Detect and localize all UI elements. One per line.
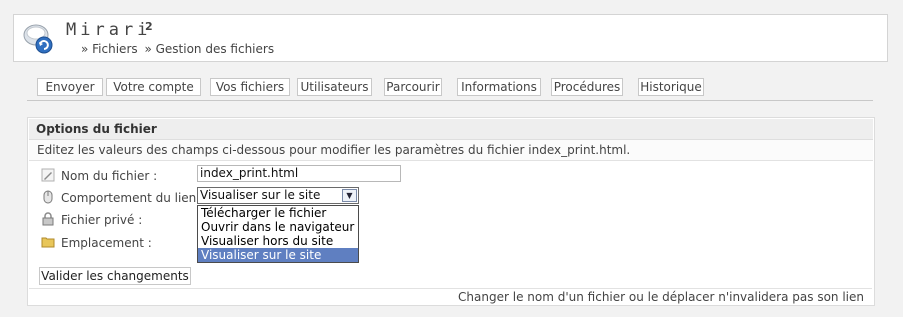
tab-parcourir[interactable]: Parcourir: [384, 78, 442, 96]
app-header: Mirari 2 » Fichiers » Gestion des fichie…: [13, 14, 888, 62]
panel-title: Options du fichier: [29, 119, 873, 140]
app-title: Mirari: [66, 20, 152, 40]
location-label: Emplacement :: [61, 236, 152, 250]
link-behavior-selected-value: Visualiser sur le site: [200, 188, 321, 202]
option-hors-site[interactable]: Visualiser hors du site: [198, 234, 358, 248]
mouse-icon: [43, 190, 53, 204]
tab-utilisateurs[interactable]: Utilisateurs: [297, 78, 372, 96]
validate-changes-button[interactable]: Valider les changements: [39, 267, 191, 285]
main-tabs: Envoyer Votre compte Vos fichiers Utilis…: [27, 78, 873, 101]
lock-icon: [42, 212, 54, 226]
pencil-icon: [41, 168, 55, 182]
filename-label: Nom du fichier :: [61, 169, 158, 183]
option-ouvrir-navigateur[interactable]: Ouvrir dans le navigateur: [198, 220, 358, 234]
tab-vos-fichiers[interactable]: Vos fichiers: [210, 78, 290, 96]
link-behavior-dropdown: Télécharger le fichier Ouvrir dans le na…: [197, 205, 359, 263]
chevron-down-icon[interactable]: ▼: [342, 189, 357, 202]
tab-historique[interactable]: Historique: [638, 78, 704, 96]
breadcrumb-file-management[interactable]: » Gestion des fichiers: [144, 42, 274, 56]
link-behavior-label: Comportement du lien :: [61, 191, 205, 205]
link-behavior-select[interactable]: Visualiser sur le site ▼: [197, 187, 359, 204]
tab-votre-compte[interactable]: Votre compte: [106, 78, 201, 96]
private-label: Fichier privé :: [61, 213, 143, 227]
folder-icon: [41, 237, 55, 248]
app-version-superscript: 2: [145, 20, 153, 33]
option-telecharger[interactable]: Télécharger le fichier: [198, 206, 358, 220]
file-options-panel: Options du fichier Editez les valeurs de…: [27, 117, 875, 306]
option-sur-site[interactable]: Visualiser sur le site: [198, 248, 358, 262]
breadcrumb-files[interactable]: » Fichiers: [81, 42, 138, 56]
tab-procedures[interactable]: Procédures: [551, 78, 623, 96]
tab-informations[interactable]: Informations: [457, 78, 541, 96]
panel-description: Editez les valeurs des champs ci-dessous…: [29, 140, 873, 161]
filename-input[interactable]: index_print.html: [197, 165, 401, 182]
file-options-form: Nom du fichier : Comportement du lien : …: [29, 161, 872, 289]
breadcrumb: » Fichiers » Gestion des fichiers: [81, 42, 277, 56]
rename-note: Changer le nom d'un fichier ou le déplac…: [458, 290, 864, 304]
tab-envoyer[interactable]: Envoyer: [37, 78, 103, 96]
app-logo-icon: [23, 24, 53, 54]
